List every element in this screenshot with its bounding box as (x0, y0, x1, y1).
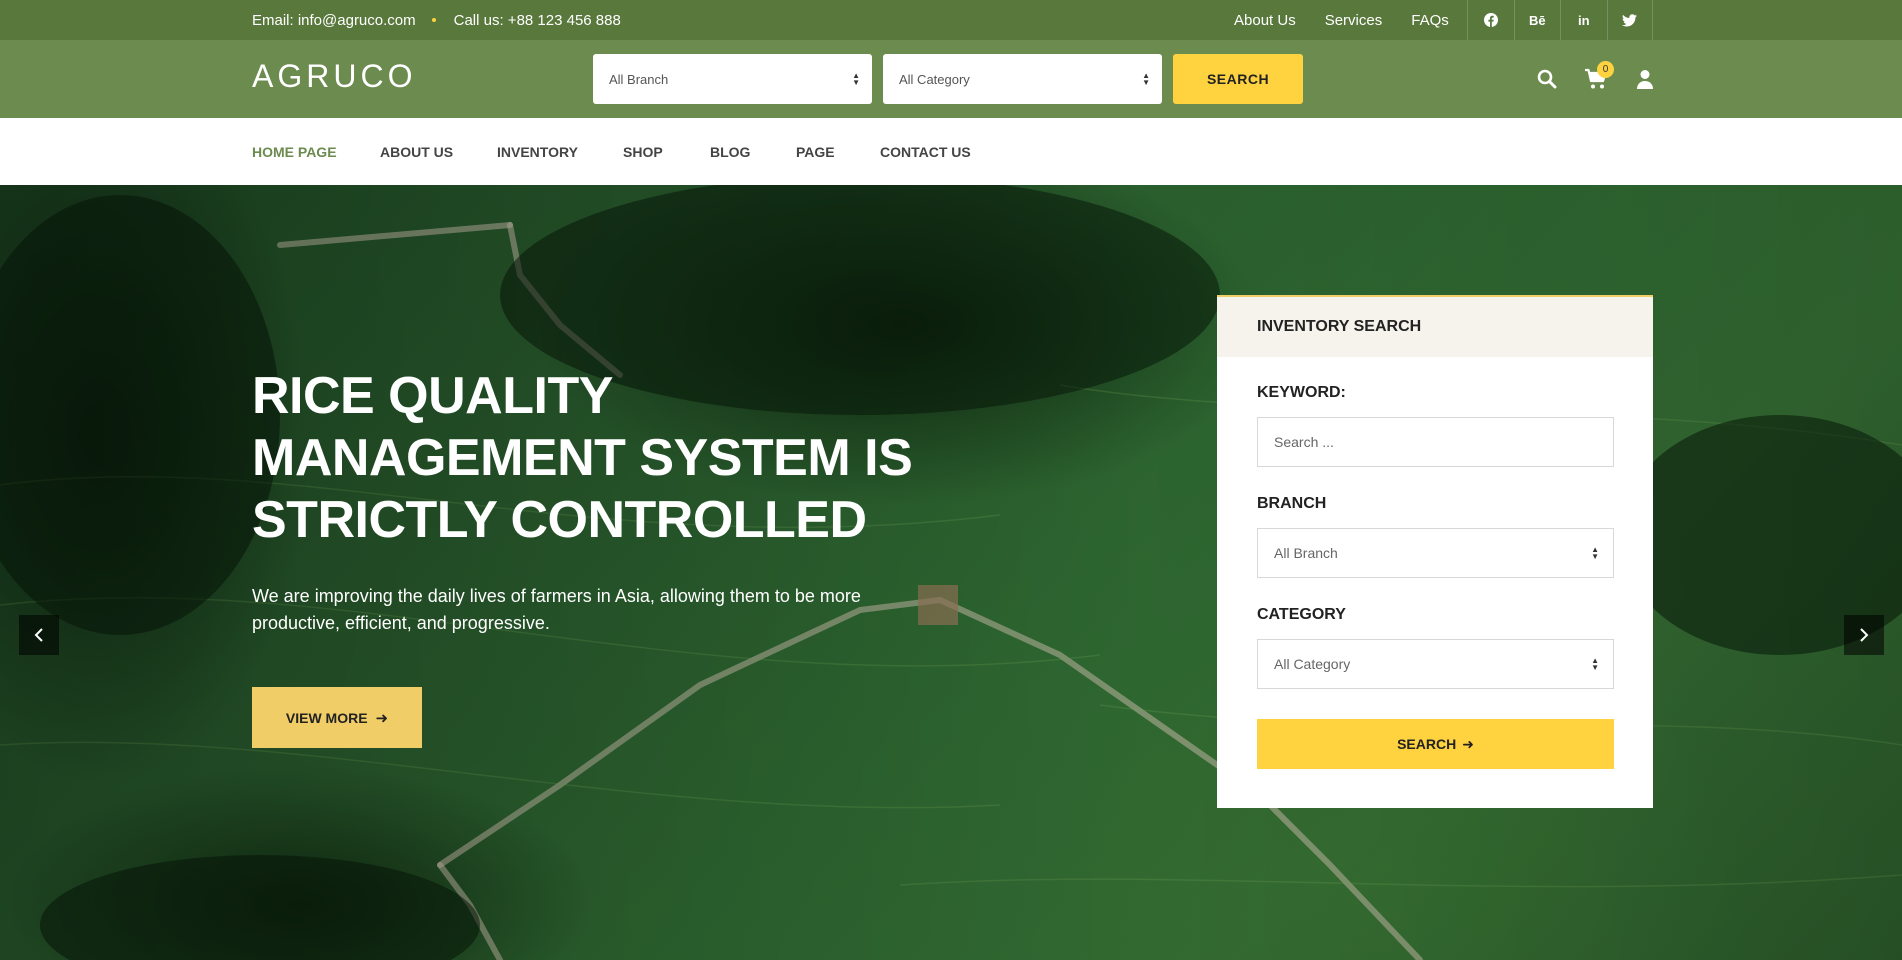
keyword-placeholder: Search ... (1274, 434, 1334, 450)
view-more-label: VIEW MORE (285, 709, 368, 726)
nav-item-about-us[interactable]: ABOUT US (380, 118, 453, 185)
site-logo[interactable]: AGRUCO (252, 58, 416, 95)
branch-label: BRANCH (1257, 495, 1327, 512)
arrow-right-icon: ➜ (375, 709, 389, 727)
hero-title: RICE QUALITY MANAGEMENT SYSTEM IS STRICT… (252, 365, 972, 551)
top-link-services[interactable]: Services (1325, 12, 1383, 29)
slider-next-button[interactable] (1844, 615, 1884, 655)
nav-item-page[interactable]: PAGE (796, 118, 835, 185)
category-label: CATEGORY (1257, 606, 1346, 623)
phone-link[interactable]: Call us: +88 123 456 888 (454, 12, 621, 29)
contact-info: Email: info@agruco.com Call us: +88 123 … (252, 0, 621, 40)
select-arrows-icon: ▲ ▼ (1142, 71, 1150, 87)
cart-count-badge: 0 (1597, 61, 1614, 78)
social-links: Bē in (1467, 0, 1653, 40)
user-icon[interactable] (1631, 65, 1659, 93)
facebook-icon[interactable] (1467, 0, 1514, 40)
nav-item-contact-us[interactable]: CONTACT US (880, 118, 971, 185)
top-bar: Email: info@agruco.com Call us: +88 123 … (0, 0, 1902, 40)
main-nav: HOME PAGE ABOUT US INVENTORY SHOP BLOG P… (0, 118, 1902, 185)
behance-icon[interactable]: Bē (1513, 0, 1561, 40)
top-link-about-us[interactable]: About Us (1234, 12, 1296, 29)
top-link-faqs[interactable]: FAQs (1411, 12, 1449, 29)
main-header: AGRUCO All Branch ▲ ▼ All Category ▲ ▼ SEA… (0, 40, 1902, 118)
keyword-input[interactable]: Search ... (1257, 417, 1614, 467)
email-link[interactable]: Email: info@agruco.com (252, 12, 416, 29)
category-select-value: All Category (1274, 656, 1351, 672)
branch-select-value: All Branch (1274, 545, 1338, 561)
search-icon[interactable] (1533, 65, 1561, 93)
twitter-icon[interactable] (1606, 0, 1653, 40)
select-arrows-icon: ▲ ▼ (852, 71, 860, 87)
inventory-search-panel: INVENTORY SEARCH KEYWORD: Search ... BRA… (1217, 295, 1653, 808)
chevron-right-icon (1860, 628, 1869, 642)
hero-title-line: RICE QUALITY (252, 367, 613, 425)
view-more-button[interactable]: VIEW MORE ➜ (252, 687, 422, 748)
hero-title-line: MANAGEMENT SYSTEM IS (252, 429, 913, 487)
keyword-label: KEYWORD: (1257, 384, 1346, 401)
slider-prev-button[interactable] (19, 615, 59, 655)
inventory-search-title: INVENTORY SEARCH (1217, 297, 1653, 357)
select-arrows-icon: ▲ ▼ (1591, 545, 1599, 561)
header-branch-select[interactable]: All Branch ▲ ▼ (593, 54, 872, 104)
nav-item-shop[interactable]: SHOP (623, 118, 663, 185)
inventory-search-label: SEARCH (1397, 736, 1457, 752)
hero-title-line: STRICTLY CONTROLLED (252, 491, 867, 549)
header-branch-value: All Branch (609, 71, 669, 87)
separator-dot (431, 18, 436, 22)
nav-item-blog[interactable]: BLOG (710, 118, 750, 185)
header-search-button[interactable]: SEARCH (1173, 54, 1303, 104)
nav-item-home-page[interactable]: HOME PAGE (252, 118, 337, 185)
chevron-left-icon (34, 628, 43, 642)
header-category-value: All Category (899, 71, 970, 87)
select-arrows-icon: ▲ ▼ (1591, 656, 1599, 672)
category-select[interactable]: All Category ▲ ▼ (1257, 639, 1614, 689)
inventory-search-button[interactable]: SEARCH ➜ (1257, 719, 1614, 769)
header-category-select[interactable]: All Category ▲ ▼ (883, 54, 1162, 104)
branch-select[interactable]: All Branch ▲ ▼ (1257, 528, 1614, 578)
top-links: About Us Services FAQs (1234, 0, 1478, 40)
hero-description: We are improving the daily lives of farm… (252, 586, 861, 633)
arrow-right-icon: ➜ (1462, 735, 1474, 752)
linkedin-icon[interactable]: in (1560, 0, 1607, 40)
nav-item-inventory[interactable]: INVENTORY (497, 118, 578, 185)
